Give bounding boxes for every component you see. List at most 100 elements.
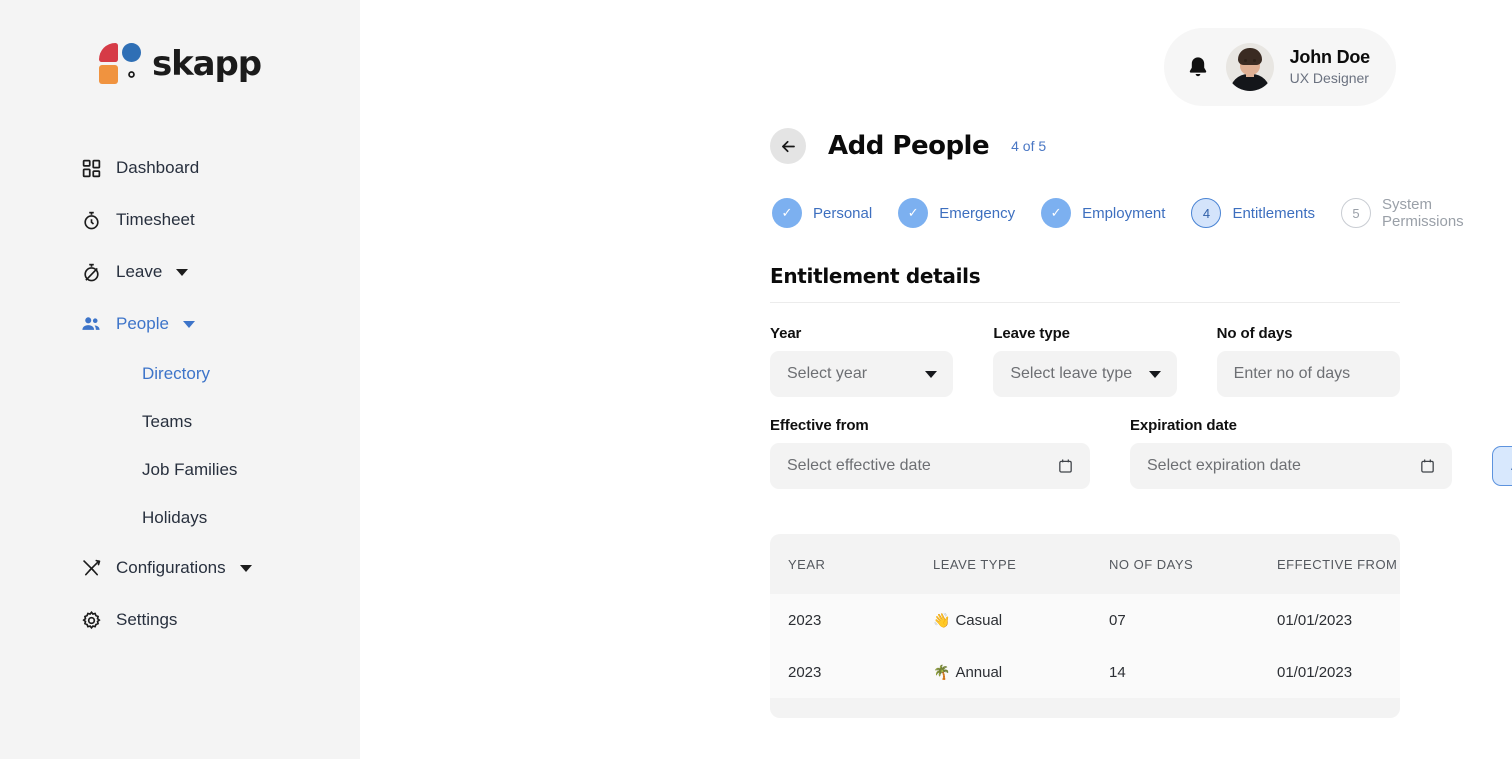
logo-container: skapp: [0, 0, 360, 128]
form-row-2: Effective from Select effective date Exp…: [770, 417, 1400, 489]
sidebar-subitem-label: Teams: [142, 412, 192, 432]
logo-gear-icon: [121, 64, 142, 85]
page-header: Add People 4 of 5: [770, 128, 1400, 164]
logo-red-shape-icon: [99, 43, 118, 62]
sidebar: skapp Dashboard Timeshee: [0, 0, 360, 759]
sidebar-item-people[interactable]: People: [0, 298, 360, 350]
field-expiration-date: Expiration date Select expiration date: [1130, 417, 1452, 489]
chevron-down-icon: [925, 371, 937, 378]
cell-leave-type-label: Casual: [955, 612, 1002, 629]
step-marker: 4: [1191, 198, 1221, 228]
leave-type-select-placeholder: Select leave type: [1010, 365, 1148, 383]
step-label: System Permissions: [1382, 196, 1464, 230]
sidebar-subitem-label: Holidays: [142, 508, 207, 528]
field-effective-from: Effective from Select effective date: [770, 417, 1090, 489]
stopwatch-icon: [80, 209, 102, 231]
step-personal[interactable]: ✓ Personal: [772, 198, 872, 228]
step-system-permissions[interactable]: 5 System Permissions: [1341, 196, 1464, 230]
app-root: skapp Dashboard Timeshee: [0, 0, 1512, 759]
sidebar-item-timesheet[interactable]: Timesheet: [0, 194, 360, 246]
sidebar-item-label: Leave: [116, 262, 162, 282]
field-label: Year: [770, 325, 953, 342]
field-label: No of days: [1217, 325, 1400, 342]
chevron-down-icon[interactable]: [240, 565, 252, 572]
gear-icon: [80, 609, 102, 631]
leave-type-emoji-icon: 👋: [933, 612, 950, 628]
expiration-date-datepicker[interactable]: Select expiration date: [1130, 443, 1452, 489]
cell-effective-from: 01/01/2023: [1277, 664, 1400, 681]
step-emergency[interactable]: ✓ Emergency: [898, 198, 1015, 228]
sidebar-item-label: Configurations: [116, 558, 226, 578]
field-year: Year Select year: [770, 325, 953, 397]
section-divider: [770, 302, 1400, 303]
user-profile-menu[interactable]: John Doe UX Designer: [1164, 28, 1396, 106]
field-no-of-days: No of days Enter no of days: [1217, 325, 1400, 397]
sidebar-item-label: Settings: [116, 610, 177, 630]
cell-effective-from: 01/01/2023: [1277, 612, 1400, 629]
step-marker-check-icon: ✓: [898, 198, 928, 228]
sidebar-item-dashboard[interactable]: Dashboard: [0, 142, 360, 194]
step-marker: 5: [1341, 198, 1371, 228]
chevron-down-icon: [1149, 371, 1161, 378]
cell-year: 2023: [770, 612, 933, 629]
sidebar-subitem-label: Directory: [142, 364, 210, 384]
sidebar-item-settings[interactable]: Settings: [0, 594, 360, 646]
table-row[interactable]: 2023 👋Casual 07 01/01/2023 01/01/2023: [770, 594, 1400, 646]
step-marker-check-icon: ✓: [772, 198, 802, 228]
top-bar: John Doe UX Designer: [360, 0, 1512, 106]
column-header-leave-type: LEAVE TYPE: [933, 557, 1109, 572]
field-label: Leave type: [993, 325, 1176, 342]
step-label: Employment: [1082, 205, 1165, 222]
no-of-days-input-wrap[interactable]: Enter no of days: [1217, 351, 1400, 397]
no-of-days-input-placeholder: Enter no of days: [1234, 365, 1384, 383]
year-select[interactable]: Select year: [770, 351, 953, 397]
cell-leave-type: 👋 Casual: [933, 612, 1109, 629]
column-header-no-of-days: NO OF DAYS: [1109, 557, 1277, 572]
notification-bell-icon[interactable]: [1186, 54, 1210, 80]
tools-icon: [80, 557, 102, 579]
table-footer: [770, 698, 1400, 718]
cell-year: 2023: [770, 664, 933, 681]
table-row[interactable]: 2023 🌴Annual 14 01/01/2023 01/01/2023: [770, 646, 1400, 698]
expiration-date-placeholder: Select expiration date: [1147, 457, 1419, 475]
leave-type-select[interactable]: Select leave type: [993, 351, 1176, 397]
user-role: UX Designer: [1290, 69, 1370, 88]
effective-from-datepicker[interactable]: Select effective date: [770, 443, 1090, 489]
skapp-logo-mark: [99, 42, 143, 86]
sidebar-item-label: Timesheet: [116, 210, 195, 230]
sidebar-item-teams[interactable]: Teams: [0, 398, 360, 446]
calendar-icon[interactable]: [1057, 457, 1074, 475]
app-logo[interactable]: skapp: [99, 42, 261, 86]
step-entitlements[interactable]: 4 Entitlements: [1191, 198, 1315, 228]
chevron-down-icon[interactable]: [176, 269, 188, 276]
cell-no-of-days: 14: [1109, 664, 1277, 681]
cell-leave-type: 🌴Annual: [933, 664, 1109, 681]
chevron-down-icon[interactable]: [183, 321, 195, 328]
field-label: Expiration date: [1130, 417, 1452, 434]
add-entitlement-button[interactable]: Add +: [1492, 446, 1512, 486]
dashboard-icon: [80, 157, 102, 179]
sidebar-item-directory[interactable]: Directory: [0, 350, 360, 398]
effective-from-placeholder: Select effective date: [787, 457, 1057, 475]
sidebar-item-holidays[interactable]: Holidays: [0, 494, 360, 542]
step-label: Personal: [813, 205, 872, 222]
logo-orange-square-icon: [99, 65, 118, 84]
sidebar-nav: Dashboard Timesheet Leave: [0, 142, 360, 646]
user-name: John Doe: [1290, 46, 1370, 69]
entitlements-table: YEAR LEAVE TYPE NO OF DAYS EFFECTIVE FRO…: [770, 534, 1400, 718]
field-leave-type: Leave type Select leave type: [993, 325, 1176, 397]
logo-wordmark: skapp: [152, 47, 261, 81]
sidebar-item-label: People: [116, 314, 169, 334]
back-button[interactable]: [770, 128, 806, 164]
calendar-icon[interactable]: [1419, 457, 1436, 475]
year-select-placeholder: Select year: [787, 365, 925, 383]
section-title: Entitlement details: [770, 264, 1400, 288]
sidebar-item-configurations[interactable]: Configurations: [0, 542, 360, 594]
form-row-1: Year Select year Leave type Select leave…: [770, 325, 1400, 397]
step-employment[interactable]: ✓ Employment: [1041, 198, 1165, 228]
sidebar-item-leave[interactable]: Leave: [0, 246, 360, 298]
step-label: Entitlements: [1232, 205, 1315, 222]
wizard-stepper: ✓ Personal ✓ Emergency ✓ Employment 4 En…: [772, 196, 1400, 230]
main-content: John Doe UX Designer Add People 4 of 5 ✓…: [360, 0, 1512, 759]
sidebar-item-job-families[interactable]: Job Families: [0, 446, 360, 494]
